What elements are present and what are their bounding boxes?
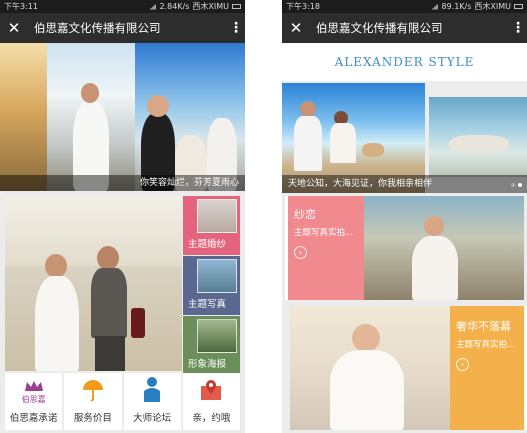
menu-label: 亲，约哦	[192, 413, 231, 424]
tile-theme-portrait[interactable]: 主题写真	[183, 256, 240, 315]
tile-theme-wedding[interactable]: 主题婚纱	[183, 196, 240, 255]
slider-dots	[511, 183, 522, 187]
menu-promise[interactable]: 伯思嘉 伯思嘉承诺	[5, 373, 63, 430]
tile-label: 主题婚纱	[188, 239, 227, 250]
close-icon[interactable]: ✕	[288, 19, 304, 37]
tile-thumbnail	[197, 319, 237, 353]
menu-forum[interactable]: 大师论坛	[123, 373, 181, 430]
logo-text: 伯思嘉	[21, 395, 46, 404]
more-menu-icon[interactable]: ⋮	[511, 20, 525, 36]
map-pin-icon	[199, 378, 223, 405]
card-title: 纱恋	[294, 208, 316, 221]
page-title: 伯思嘉文化传播有限公司	[34, 21, 161, 35]
menu-label: 伯思嘉承诺	[9, 413, 58, 424]
battery-icon	[514, 4, 523, 9]
hero-carousel[interactable]: 你笑容灿烂，芬芳夏雨心	[0, 43, 245, 191]
slider-dot[interactable]	[518, 183, 522, 187]
more-menu-icon[interactable]: ⋮	[229, 20, 243, 36]
status-bar: 下午3:11 2.84K/s 西木XIMU	[0, 0, 245, 13]
left-phone-screen: 下午3:11 2.84K/s 西木XIMU ✕ 伯思嘉文化传播有限公司 ⋮ 你笑…	[0, 0, 245, 433]
close-icon[interactable]: ✕	[6, 19, 22, 37]
couple-photo[interactable]	[5, 196, 182, 371]
slide-photo-2	[429, 97, 527, 177]
card-shalian[interactable]: 纱恋 主题写真实拍... ›	[285, 196, 524, 300]
umbrella-icon	[81, 378, 105, 405]
brand-logo: ALEXANDER STYLE	[282, 43, 527, 81]
hero-photo-1	[0, 43, 47, 191]
tile-label: 形象海报	[188, 359, 227, 370]
photo-slider[interactable]: 天地公知，大海见证，你我相亲相伴	[282, 83, 527, 193]
carrier-name: 西木XIMU	[192, 2, 229, 11]
signal-icon	[431, 3, 439, 10]
card-shalian-panel: 纱恋 主题写真实拍... ›	[288, 196, 364, 300]
arrow-right-icon: ›	[456, 358, 469, 371]
slide-caption: 天地公知，大海见证，你我相亲相伴	[282, 175, 527, 193]
page-title: 伯思嘉文化传播有限公司	[316, 21, 443, 35]
tile-thumbnail	[197, 199, 237, 233]
nav-bar: ✕ 伯思嘉文化传播有限公司 ⋮	[0, 13, 245, 43]
person-icon	[141, 376, 163, 405]
right-phone-screen: 下午3:18 89.1K/s 西木XIMU ✕ 伯思嘉文化传播有限公司 ⋮ AL…	[282, 0, 527, 433]
card-subtitle: 主题写真实拍...	[294, 228, 354, 238]
menu-label: 服务价目	[73, 413, 112, 424]
card-luxury-photo	[290, 306, 450, 430]
brand-text: ALEXANDER STYLE	[334, 55, 475, 69]
tile-image-poster[interactable]: 形象海报	[183, 316, 240, 375]
nav-bar: ✕ 伯思嘉文化传播有限公司 ⋮	[282, 13, 527, 43]
status-time: 下午3:11	[4, 2, 38, 11]
menu-label: 大师论坛	[133, 413, 172, 424]
status-time: 下午3:18	[286, 2, 320, 11]
hero-photo-3	[135, 43, 245, 191]
card-luxury-panel: 奢华不落幕 主题写真实拍... ›	[450, 306, 524, 430]
bottom-menu: 伯思嘉 伯思嘉承诺 服务价目 大师论坛 亲，约哦	[5, 373, 240, 430]
card-shalian-photo	[364, 196, 524, 300]
network-speed: 89.1K/s	[441, 2, 472, 11]
crown-logo-icon: 伯思嘉	[22, 379, 46, 405]
status-bar: 下午3:18 89.1K/s 西木XIMU	[282, 0, 527, 13]
card-title: 奢华不落幕	[456, 320, 511, 333]
network-speed: 2.84K/s	[159, 2, 190, 11]
battery-icon	[232, 4, 241, 9]
tile-thumbnail	[197, 259, 237, 293]
card-luxury[interactable]: 奢华不落幕 主题写真实拍... ›	[290, 306, 527, 430]
signal-icon	[149, 3, 157, 10]
hero-photo-2	[47, 43, 135, 191]
hero-caption: 你笑容灿烂，芬芳夏雨心	[0, 175, 245, 191]
menu-booking[interactable]: 亲，约哦	[182, 373, 240, 430]
menu-price[interactable]: 服务价目	[64, 373, 122, 430]
carrier-name: 西木XIMU	[474, 2, 511, 11]
slider-dot[interactable]	[511, 183, 515, 187]
tile-label: 主题写真	[188, 299, 227, 310]
arrow-right-icon: ›	[294, 246, 307, 259]
card-subtitle: 主题写真实拍...	[456, 340, 516, 350]
